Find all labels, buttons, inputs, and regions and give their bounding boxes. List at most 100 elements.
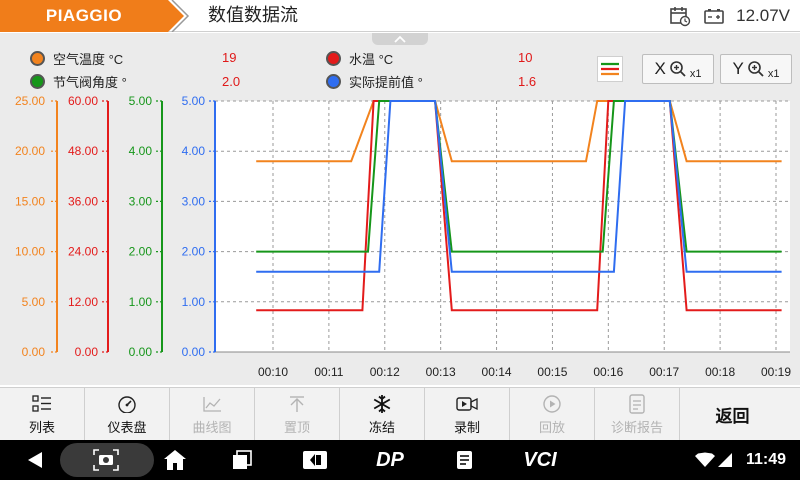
plot-background: [215, 101, 790, 352]
x-zoom-button[interactable]: X x1: [642, 54, 714, 84]
home-icon[interactable]: [160, 440, 190, 480]
playback-button[interactable]: 回放: [510, 388, 595, 441]
y-tick-label: 12.00: [68, 295, 98, 309]
gauge-button[interactable]: 仪表盘: [85, 388, 170, 441]
legend-value: 19: [222, 50, 237, 65]
legend-value: 1.6: [518, 74, 537, 89]
dp-label: DP: [376, 448, 404, 471]
legend-color-dot: [326, 50, 341, 66]
zoom-in-icon: [748, 61, 764, 77]
battery-voltage: 12.07V: [736, 6, 790, 25]
x-zoom-label: X: [654, 59, 666, 78]
y-tick-label: 0.00: [182, 345, 206, 359]
record-button[interactable]: 录制: [425, 388, 510, 441]
y-tick-label: 1.00: [182, 295, 206, 309]
x-tick-label: 00:10: [258, 365, 288, 379]
pin-top-button-label: 置顶: [283, 419, 310, 435]
y-tick-label: 1.00: [129, 295, 153, 309]
y-tick-label: 3.00: [129, 194, 153, 208]
y-tick-label: 5.00: [22, 295, 46, 309]
x-tick-label: 00:11: [314, 365, 343, 379]
playback-button-label: 回放: [538, 419, 565, 435]
report-icon: [628, 393, 646, 414]
playback-icon: [542, 394, 562, 414]
x-tick-label: 00:14: [482, 365, 512, 379]
report-button[interactable]: 诊断报告: [595, 388, 680, 441]
chart-canvas[interactable]: 25.00 20.00 15.00 10.00 5.00 0.00 60.00 48.00 36…: [0, 95, 800, 385]
x-tick-label: 00:15: [537, 365, 567, 379]
legend-label: 水温 °C: [349, 51, 394, 67]
list-button-label: 列表: [28, 419, 55, 435]
calendar-clock-icon[interactable]: [668, 4, 692, 28]
legend-item-throttle[interactable]: 节气阀角度 °: [30, 71, 127, 91]
line-chart-icon: [202, 394, 222, 414]
brand-name: PIAGGIO: [45, 6, 123, 25]
chevron-up-icon: [394, 35, 406, 43]
y-tick-label: 4.00: [182, 144, 206, 158]
collapse-toggle[interactable]: [372, 33, 428, 45]
clock-time: 11:49: [745, 451, 786, 468]
y-tick-label: 10.00: [15, 245, 45, 259]
y-tick-label: 48.00: [68, 144, 98, 158]
bottom-toolbar: 列表 仪表盘 曲线图 置顶 冻结 录制 回放 诊断报告 返回: [0, 387, 800, 441]
y-tick-label: 2.00: [182, 245, 206, 259]
legend-value: 2.0: [222, 74, 241, 89]
x-tick-label: 00:19: [761, 365, 791, 379]
y-tick-label: 4.00: [129, 144, 153, 158]
record-button-label: 录制: [453, 419, 480, 435]
list-button[interactable]: 列表: [0, 388, 85, 441]
series-color-button[interactable]: [595, 54, 625, 84]
color-lines-icon: [597, 56, 623, 82]
gauge-icon: [117, 394, 137, 414]
vci-icon[interactable]: VCI: [520, 440, 560, 480]
back-icon[interactable]: [20, 440, 50, 480]
back-button[interactable]: 返回: [680, 388, 785, 441]
y-tick-label: 5.00: [182, 95, 206, 108]
line-chart-button-label: 曲线图: [192, 419, 232, 435]
legend-item-air-temp[interactable]: 空气温度 °C: [30, 48, 123, 68]
pin-top-icon: [287, 394, 307, 414]
list-icon: [32, 394, 52, 414]
pin-top-button[interactable]: 置顶: [255, 388, 340, 441]
brand-tab: PIAGGIO: [0, 0, 200, 32]
y-tick-label: 15.00: [15, 194, 45, 208]
notes-icon[interactable]: [452, 440, 478, 480]
legend-label: 节气阀角度 °: [53, 74, 127, 90]
y-tick-label: 0.00: [129, 345, 153, 359]
x-tick-label: 00:12: [370, 365, 400, 379]
legend-label: 空气温度 °C: [53, 51, 124, 67]
x-tick-label: 00:17: [649, 365, 679, 379]
legend-item-water-temp[interactable]: 水温 °C: [326, 48, 393, 68]
y-tick-label: 25.00: [15, 95, 45, 108]
legend-color-dot: [30, 73, 45, 89]
legend-label: 实际提前值 °: [349, 74, 423, 90]
dp-icon[interactable]: DP: [368, 440, 412, 480]
y-tick-label: 36.00: [68, 194, 98, 208]
zoom-in-icon: [670, 61, 686, 77]
legend-color-dot: [30, 50, 45, 66]
legend-color-dot: [326, 73, 341, 89]
wifi-icon: [694, 440, 716, 480]
battery-icon: [702, 4, 726, 28]
screenshot-icon[interactable]: [88, 440, 124, 480]
legend-item-advance[interactable]: 实际提前值 °: [326, 71, 423, 91]
x-zoom-factor: x1: [689, 68, 702, 80]
y-tick-label: 2.00: [129, 245, 153, 259]
y-zoom-label: Y: [732, 59, 744, 78]
header-status: 12.07V: [668, 0, 790, 32]
y-tick-label: 5.00: [129, 95, 153, 108]
report-button-label: 诊断报告: [610, 419, 663, 435]
system-nav-bar: DP VCI 11:49: [0, 440, 800, 480]
line-chart[interactable]: 25.00 20.00 15.00 10.00 5.00 0.00 60.00 48.00 36…: [0, 95, 800, 385]
header-bar: PIAGGIO 数值数据流 12.07V: [0, 0, 800, 32]
y-tick-label: 3.00: [182, 194, 206, 208]
freeze-button-label: 冻结: [368, 419, 395, 435]
y-zoom-factor: x1: [767, 68, 780, 80]
line-chart-button[interactable]: 曲线图: [170, 388, 255, 441]
page-title: 数值数据流: [208, 5, 298, 26]
y-tick-label: 20.00: [15, 144, 45, 158]
recents-icon[interactable]: [228, 440, 256, 480]
remote-icon[interactable]: [300, 440, 330, 480]
freeze-button[interactable]: 冻结: [340, 388, 425, 441]
y-zoom-button[interactable]: Y x1: [720, 54, 792, 84]
